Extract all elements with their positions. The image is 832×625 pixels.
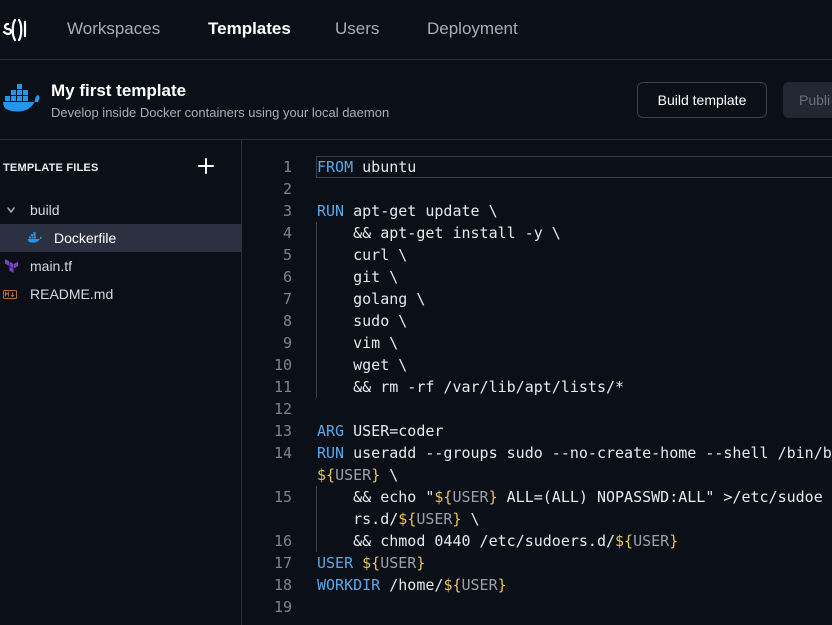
template-description: Develop inside Docker containers using y…: [51, 105, 390, 120]
code-text: FROM ubuntu: [317, 158, 417, 176]
code-text: && rm -rf /var/lib/apt/lists/*: [317, 378, 625, 396]
tree-item-label: Dockerfile: [54, 230, 117, 246]
tree-item-main-tf[interactable]: main.tf: [0, 252, 241, 280]
code-text-wrapped: ${USER} \: [317, 466, 399, 484]
code-text: git \: [317, 268, 399, 286]
line-number: 9: [282, 334, 292, 352]
code-line[interactable]: 11 && rm -rf /var/lib/apt/lists/*: [242, 376, 832, 398]
file-tree-sidebar: TEMPLATE FILES build Dockerfile main.tf …: [0, 140, 242, 625]
code-line[interactable]: 7 golang \: [242, 288, 832, 310]
nav-templates[interactable]: Templates: [208, 19, 291, 39]
add-file-icon[interactable]: [196, 156, 216, 176]
line-number: 7: [282, 290, 292, 308]
code-line[interactable]: 10 wget \: [242, 354, 832, 376]
tree-item-label: build: [30, 202, 60, 218]
tree-item-dockerfile[interactable]: Dockerfile: [0, 224, 241, 252]
line-number: 1: [282, 158, 292, 176]
nav-deployment[interactable]: Deployment: [427, 19, 518, 39]
code-line[interactable]: 12: [242, 398, 832, 420]
code-text: wget \: [317, 356, 408, 374]
tree-item-label: main.tf: [30, 258, 73, 274]
code-text: RUN apt-get update \: [317, 202, 498, 220]
tree-item-readme[interactable]: README.md: [0, 280, 241, 308]
line-number: 4: [282, 224, 292, 242]
code-line[interactable]: 19: [242, 596, 832, 618]
code-text-wrapped: rs.d/${USER} \: [317, 510, 480, 528]
code-text: && apt-get install -y \: [317, 224, 561, 242]
code-line[interactable]: 17 USER ${USER}: [242, 552, 832, 574]
code-text: && echo "${USER} ALL=(ALL) NOPASSWD:ALL"…: [317, 488, 823, 506]
code-line[interactable]: 15 && echo "${USER} ALL=(ALL) NOPASSWD:A…: [242, 486, 832, 530]
code-line[interactable]: 13 ARG USER=coder: [242, 420, 832, 442]
docker-icon: [3, 84, 40, 112]
code-text: vim \: [317, 334, 399, 352]
indent-guide: [316, 486, 317, 552]
code-text: sudo \: [317, 312, 408, 330]
docker-icon: [27, 232, 43, 244]
code-line[interactable]: 5 curl \: [242, 244, 832, 266]
code-line[interactable]: 9 vim \: [242, 332, 832, 354]
line-number: 2: [282, 180, 292, 198]
line-number: 16: [273, 532, 292, 550]
line-number: 14: [273, 444, 292, 462]
line-number: 10: [273, 356, 292, 374]
page-title: My first template: [51, 81, 187, 100]
code-line[interactable]: 4 && apt-get install -y \: [242, 222, 832, 244]
code-editor[interactable]: 1 FROM ubuntu 2 3 RUN apt-get update \ 4 && a…: [242, 140, 832, 625]
line-number: 17: [273, 554, 292, 572]
code-text: && chmod 0440 /etc/sudoers.d/${USER}: [317, 532, 679, 550]
indent-guide: [316, 222, 317, 398]
tree-folder-build[interactable]: build: [0, 196, 241, 224]
sidebar-title: TEMPLATE FILES: [3, 162, 99, 174]
code-line[interactable]: 8 sudo \: [242, 310, 832, 332]
code-line[interactable]: 2: [242, 178, 832, 200]
tree-item-label: README.md: [30, 286, 114, 302]
code-text: USER ${USER}: [317, 554, 426, 572]
markdown-icon: [3, 289, 17, 299]
line-number: 19: [273, 598, 292, 616]
nav-workspaces[interactable]: Workspaces: [67, 19, 160, 39]
code-text: golang \: [317, 290, 426, 308]
line-number: 15: [273, 488, 292, 506]
publish-button[interactable]: Publi: [783, 82, 832, 118]
build-template-button[interactable]: Build template: [637, 82, 767, 118]
line-number: 6: [282, 268, 292, 286]
code-text: RUN useradd --groups sudo --no-create-ho…: [317, 444, 832, 462]
line-number: 13: [273, 422, 292, 440]
code-line[interactable]: 3 RUN apt-get update \: [242, 200, 832, 222]
coder-logo-icon[interactable]: [2, 14, 30, 44]
line-number: 8: [282, 312, 292, 330]
code-text: ARG USER=coder: [317, 422, 444, 440]
chevron-down-icon: [5, 205, 17, 215]
code-text: curl \: [317, 246, 408, 264]
code-lines: 1 FROM ubuntu 2 3 RUN apt-get update \ 4 && a…: [242, 156, 832, 618]
template-header: My first template Develop inside Docker …: [0, 60, 832, 140]
code-line[interactable]: 14 RUN useradd --groups sudo --no-create-…: [242, 442, 832, 486]
code-line[interactable]: 1 FROM ubuntu: [242, 156, 832, 178]
top-navigation: Workspaces Templates Users Deployment: [0, 0, 832, 60]
line-number: 3: [282, 202, 292, 220]
terraform-icon: [4, 259, 18, 273]
code-line[interactable]: 18 WORKDIR /home/${USER}: [242, 574, 832, 596]
line-number: 18: [273, 576, 292, 594]
line-number: 11: [273, 378, 292, 396]
nav-users[interactable]: Users: [335, 19, 379, 39]
code-text: WORKDIR /home/${USER}: [317, 576, 507, 594]
line-number: 12: [273, 400, 292, 418]
line-number: 5: [282, 246, 292, 264]
code-line[interactable]: 16 && chmod 0440 /etc/sudoers.d/${USER}: [242, 530, 832, 552]
code-line[interactable]: 6 git \: [242, 266, 832, 288]
